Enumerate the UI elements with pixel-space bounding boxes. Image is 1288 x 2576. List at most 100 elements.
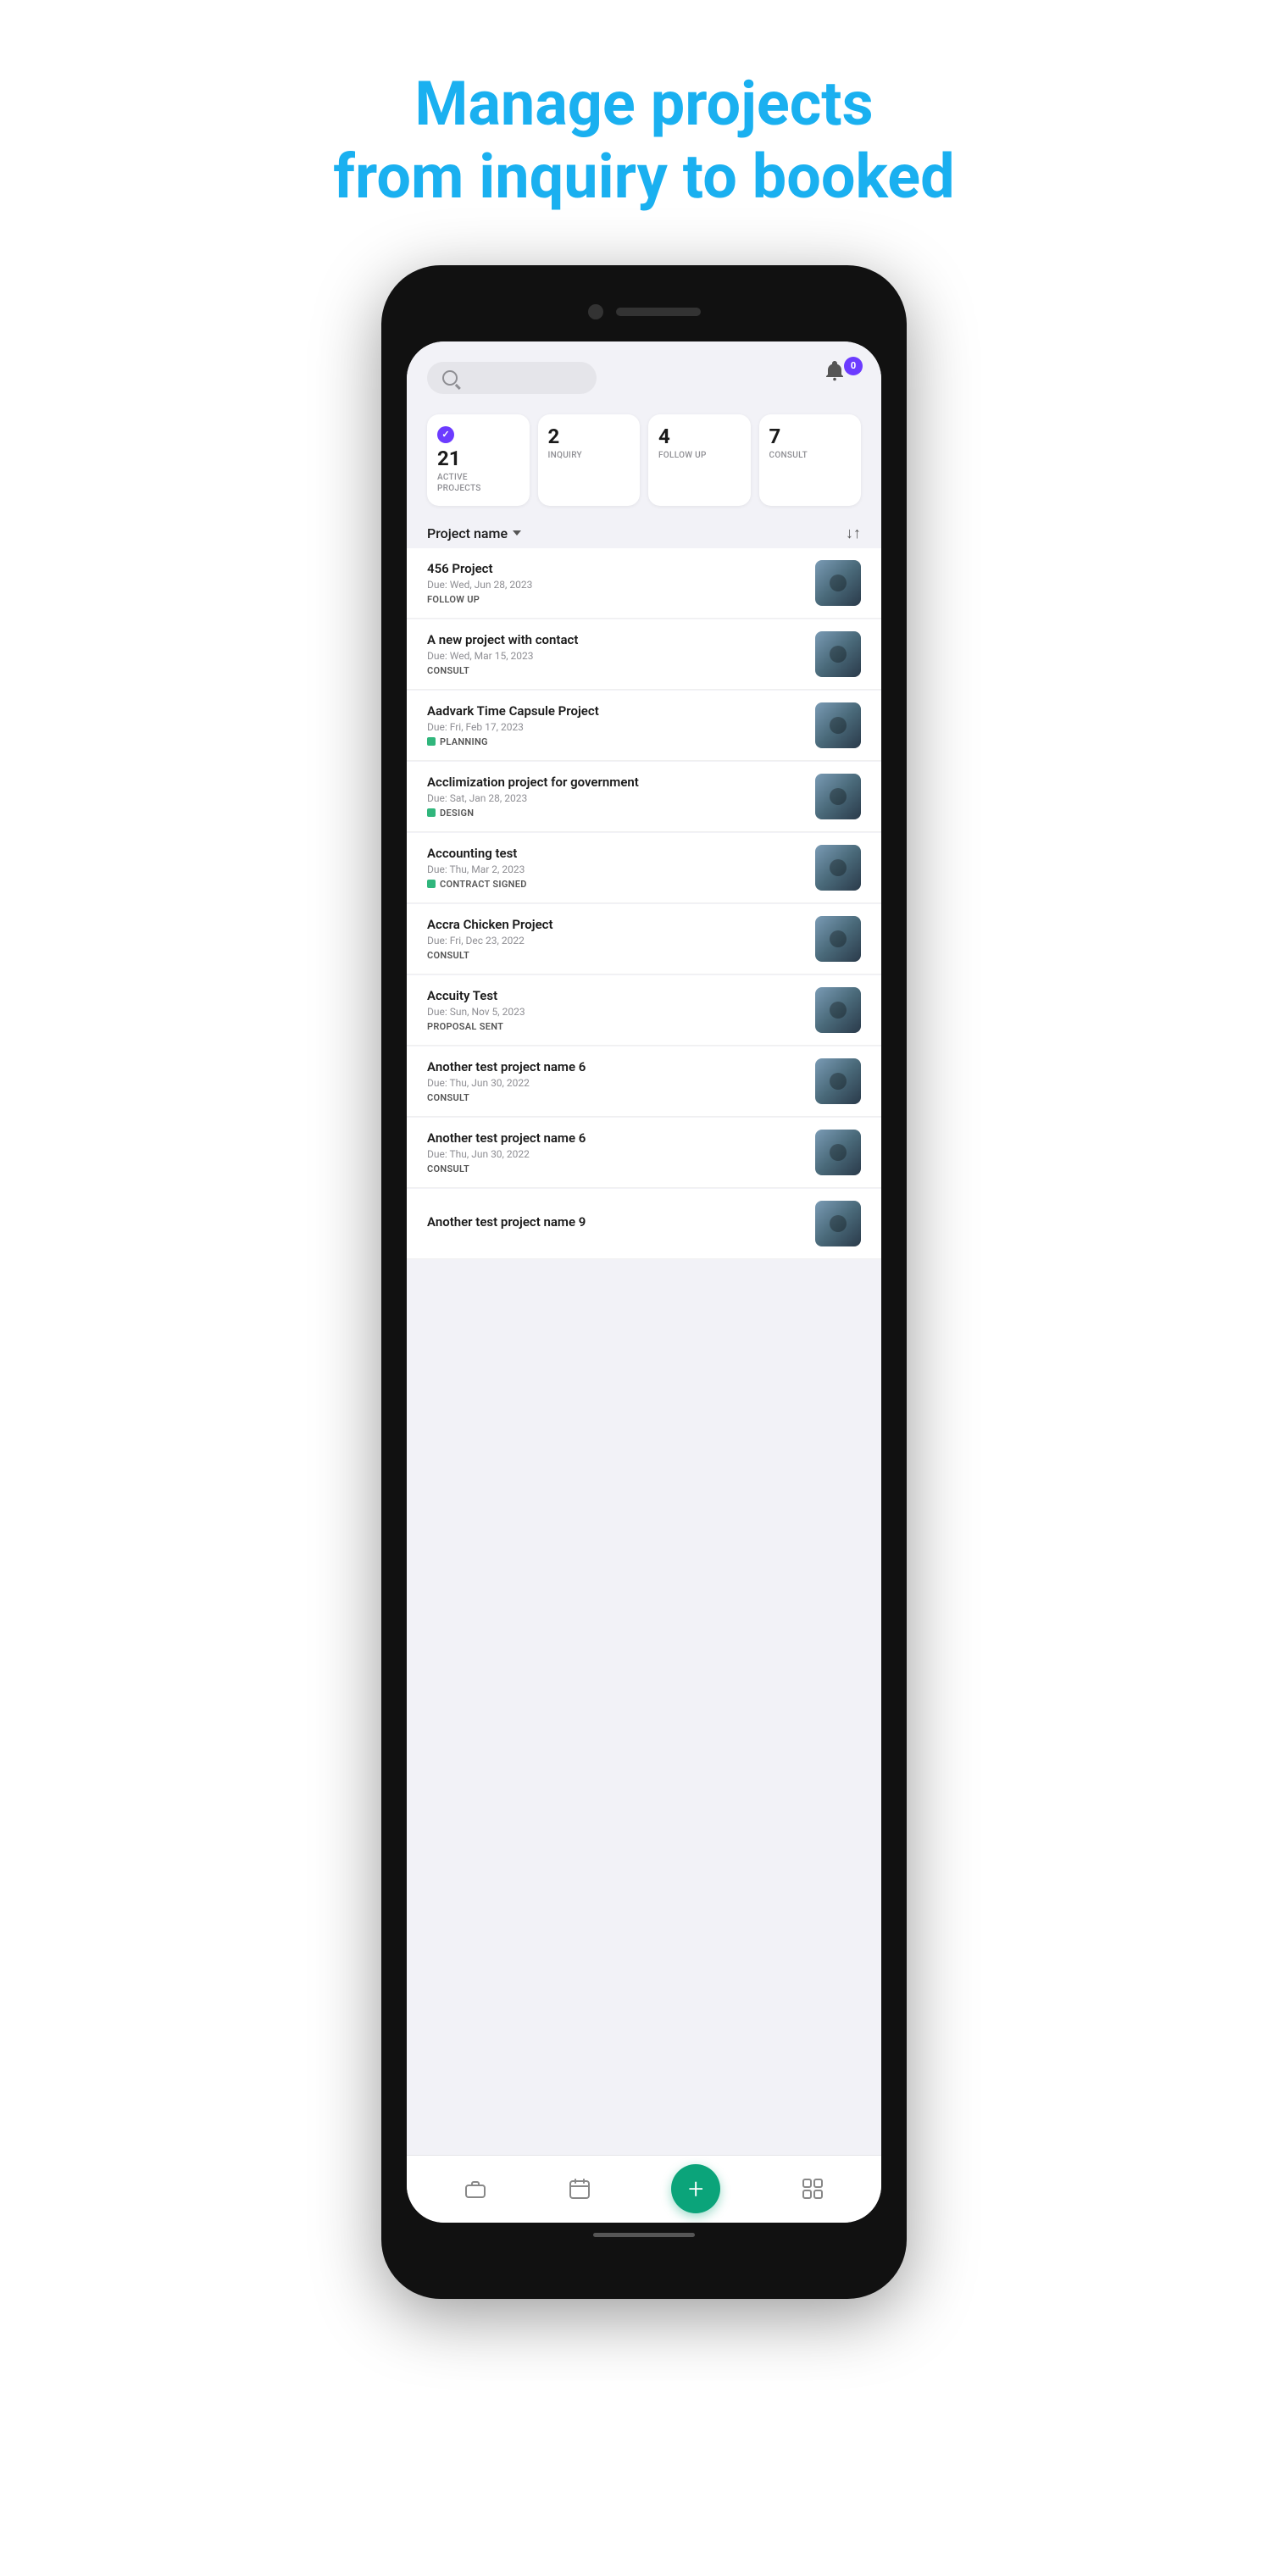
project-name: Acclimization project for government	[427, 774, 805, 790]
project-status: CONSULT	[427, 950, 805, 961]
table-row[interactable]: Another test project name 6 Due: Thu, Ju…	[407, 1046, 881, 1117]
project-status: DESIGN	[427, 808, 805, 819]
table-row[interactable]: 456 Project Due: Wed, Jun 28, 2023 FOLLO…	[407, 548, 881, 619]
project-info: Another test project name 6 Due: Thu, Ju…	[427, 1059, 805, 1103]
project-info: Accuity Test Due: Sun, Nov 5, 2023 PROPO…	[427, 988, 805, 1032]
project-due: Due: Thu, Jun 30, 2022	[427, 1077, 805, 1089]
project-name: 456 Project	[427, 561, 805, 576]
project-name: Another test project name 6	[427, 1130, 805, 1146]
notification-button[interactable]: 0	[822, 358, 861, 397]
project-name: Another test project name 9	[427, 1214, 805, 1230]
stats-row: 21 ACTIVEPROJECTS 2 INQUIRY 4 FOLLOW UP …	[407, 406, 881, 516]
phone-frame: 0 21 ACTIVEPROJECTS 2 INQUIRY 4 FOLLOW U…	[381, 265, 907, 2299]
project-due: Due: Sun, Nov 5, 2023	[427, 1006, 805, 1018]
table-row[interactable]: Another test project name 6 Due: Thu, Ju…	[407, 1118, 881, 1188]
project-name: Aadvark Time Capsule Project	[427, 703, 805, 719]
home-indicator	[407, 2223, 881, 2248]
table-row[interactable]: Acclimization project for government Due…	[407, 762, 881, 832]
project-thumbnail	[815, 845, 861, 891]
status-dot-icon	[427, 808, 436, 817]
project-info: 456 Project Due: Wed, Jun 28, 2023 FOLLO…	[427, 561, 805, 605]
stat-inquiry[interactable]: 2 INQUIRY	[538, 414, 641, 506]
camera	[588, 304, 603, 319]
active-count: 21	[437, 448, 519, 469]
project-thumbnail	[815, 702, 861, 748]
project-thumbnail	[815, 1201, 861, 1246]
project-due: Due: Thu, Mar 2, 2023	[427, 863, 805, 875]
bottom-nav: +	[407, 2155, 881, 2223]
table-row[interactable]: Aadvark Time Capsule Project Due: Fri, F…	[407, 691, 881, 761]
project-name: Another test project name 6	[427, 1059, 805, 1074]
project-due: Due: Fri, Dec 23, 2022	[427, 935, 805, 947]
followup-label: FOLLOW UP	[658, 450, 741, 461]
project-thumbnail	[815, 916, 861, 962]
project-info: Another test project name 9	[427, 1214, 805, 1233]
briefcase-icon	[464, 2177, 487, 2201]
project-info: A new project with contact Due: Wed, Mar…	[427, 632, 805, 676]
nav-briefcase-button[interactable]	[464, 2177, 487, 2201]
project-thumbnail	[815, 631, 861, 677]
project-due: Due: Fri, Feb 17, 2023	[427, 721, 805, 733]
main-title: Manage projects from inquiry to booked	[333, 68, 954, 214]
phone-screen: 0 21 ACTIVEPROJECTS 2 INQUIRY 4 FOLLOW U…	[407, 341, 881, 2223]
nav-grid-button[interactable]	[801, 2177, 824, 2201]
project-name: Accounting test	[427, 846, 805, 861]
project-info: Aadvark Time Capsule Project Due: Fri, F…	[427, 703, 805, 747]
status-dot-icon	[427, 880, 436, 888]
project-name: Accra Chicken Project	[427, 917, 805, 932]
stat-active-projects[interactable]: 21 ACTIVEPROJECTS	[427, 414, 530, 506]
project-due: Due: Thu, Jun 30, 2022	[427, 1148, 805, 1160]
filter-button[interactable]: Project name	[427, 525, 521, 541]
project-status: CONSULT	[427, 1092, 805, 1103]
project-status: PROPOSAL SENT	[427, 1021, 805, 1032]
project-status: CONSULT	[427, 1163, 805, 1174]
calendar-icon	[568, 2177, 591, 2201]
phone-notch	[407, 291, 881, 333]
consult-label: CONSULT	[769, 450, 852, 461]
project-due: Due: Wed, Mar 15, 2023	[427, 650, 805, 662]
project-status: PLANNING	[427, 736, 805, 747]
projects-list[interactable]: 456 Project Due: Wed, Jun 28, 2023 FOLLO…	[407, 547, 881, 2155]
check-icon	[437, 426, 454, 443]
project-thumbnail	[815, 1130, 861, 1175]
project-due: Due: Sat, Jan 28, 2023	[427, 792, 805, 804]
project-status: CONTRACT SIGNED	[427, 879, 805, 890]
page-header: Manage projects from inquiry to booked	[333, 68, 954, 214]
search-bar[interactable]	[427, 362, 597, 394]
chevron-down-icon	[513, 530, 521, 536]
bell-icon	[822, 358, 847, 384]
home-bar	[593, 2233, 695, 2237]
project-status: CONSULT	[427, 665, 805, 676]
project-info: Another test project name 6 Due: Thu, Ju…	[427, 1130, 805, 1174]
project-info: Accounting test Due: Thu, Mar 2, 2023 CO…	[427, 846, 805, 890]
inquiry-count: 2	[548, 426, 630, 447]
add-button[interactable]: +	[671, 2164, 720, 2213]
project-thumbnail	[815, 1058, 861, 1104]
app-header: 0	[407, 341, 881, 406]
project-status: FOLLOW UP	[427, 594, 805, 605]
table-row[interactable]: A new project with contact Due: Wed, Mar…	[407, 619, 881, 690]
project-thumbnail	[815, 560, 861, 606]
list-header: Project name ↓↑	[407, 516, 881, 547]
sort-button[interactable]: ↓↑	[846, 525, 861, 542]
notification-badge: 0	[844, 357, 863, 375]
project-info: Acclimization project for government Due…	[427, 774, 805, 819]
grid-icon	[801, 2177, 824, 2201]
search-icon	[442, 370, 458, 386]
project-thumbnail	[815, 987, 861, 1033]
table-row[interactable]: Accounting test Due: Thu, Mar 2, 2023 CO…	[407, 833, 881, 903]
stat-follow-up[interactable]: 4 FOLLOW UP	[648, 414, 751, 506]
project-name: Accuity Test	[427, 988, 805, 1003]
project-name: A new project with contact	[427, 632, 805, 647]
consult-count: 7	[769, 426, 852, 447]
status-dot-icon	[427, 737, 436, 746]
inquiry-label: INQUIRY	[548, 450, 630, 461]
project-info: Accra Chicken Project Due: Fri, Dec 23, …	[427, 917, 805, 961]
project-due: Due: Wed, Jun 28, 2023	[427, 579, 805, 591]
nav-calendar-button[interactable]	[568, 2177, 591, 2201]
stat-consult[interactable]: 7 CONSULT	[759, 414, 862, 506]
table-row[interactable]: Accuity Test Due: Sun, Nov 5, 2023 PROPO…	[407, 975, 881, 1046]
table-row[interactable]: Accra Chicken Project Due: Fri, Dec 23, …	[407, 904, 881, 974]
table-row[interactable]: Another test project name 9	[407, 1189, 881, 1259]
project-thumbnail	[815, 774, 861, 819]
